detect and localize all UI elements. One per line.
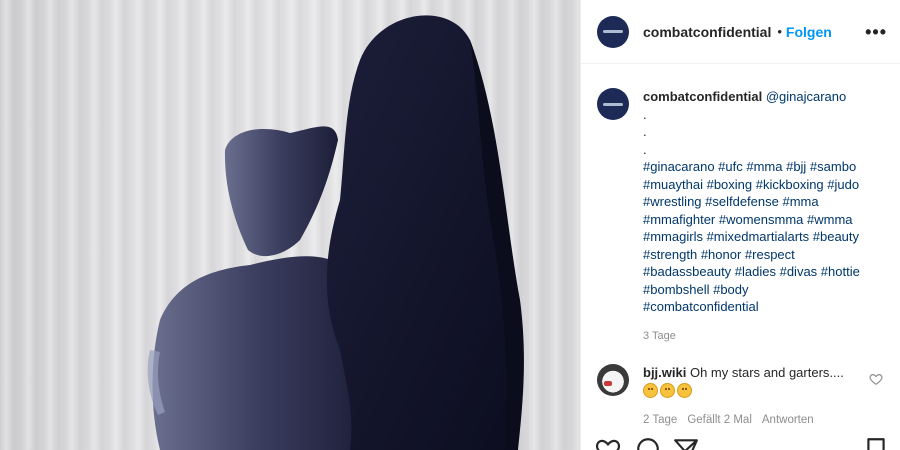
avatar-icon[interactable] xyxy=(597,15,629,48)
comment-item: bjj.wiki Oh my stars and garters.... 2 T… xyxy=(597,364,893,429)
caption-username[interactable]: combatconfidential xyxy=(643,89,762,104)
action-bar xyxy=(581,436,900,450)
hashtag-line[interactable]: #strength #honor #respect xyxy=(643,246,860,264)
instagram-post: combatconfidential • Folgen ••• combatco… xyxy=(0,0,900,450)
hashtag-line[interactable]: #mmagirls #mixedmartialarts #beauty xyxy=(643,228,860,246)
save-icon[interactable] xyxy=(863,436,889,450)
emoji-group xyxy=(643,383,863,398)
hashtag-line[interactable]: #badassbeauty #ladies #divas #hottie xyxy=(643,263,860,281)
comment-timestamp[interactable]: 2 Tage xyxy=(643,412,677,429)
caption-dot: . xyxy=(643,106,647,122)
hashtag-line[interactable]: #wrestling #selfdefense #mma xyxy=(643,193,860,211)
post-header: combatconfidential • Folgen ••• xyxy=(581,0,900,64)
caption: combatconfidential @ginajcarano . . . #g… xyxy=(597,88,893,345)
commenter-username[interactable]: bjj.wiki xyxy=(643,365,686,380)
post-image[interactable] xyxy=(0,0,580,450)
hashtag-list: #ginacarano #ufc #mma #bjj #sambo #muayt… xyxy=(643,158,860,316)
hashtag-line[interactable]: #mmafighter #womensmma #wmma xyxy=(643,211,860,229)
like-icon[interactable] xyxy=(595,436,621,450)
header-username[interactable]: combatconfidential xyxy=(643,24,771,40)
flushed-face-emoji-icon xyxy=(660,383,675,398)
flushed-face-emoji-icon xyxy=(677,383,692,398)
silhouette-figure xyxy=(147,15,524,450)
comment-text: Oh my stars and garters.... xyxy=(689,365,844,380)
caption-timestamp[interactable]: 3 Tage xyxy=(643,328,860,346)
comment-icon[interactable] xyxy=(635,436,661,450)
caption-dot: . xyxy=(643,124,647,139)
post-sidebar: combatconfidential • Folgen ••• combatco… xyxy=(580,0,900,450)
separator-dot: • xyxy=(777,24,782,39)
hashtag-line[interactable]: #bombshell #body xyxy=(643,281,860,299)
mention-link[interactable]: @ginajcarano xyxy=(766,89,846,104)
comment-likes[interactable]: Gefällt 2 Mal xyxy=(687,412,752,429)
flushed-face-emoji-icon xyxy=(643,383,658,398)
more-options-icon[interactable]: ••• xyxy=(865,22,887,43)
hashtag-line[interactable]: #muaythai #boxing #kickboxing #judo xyxy=(643,176,860,194)
commenter-avatar[interactable] xyxy=(597,364,629,396)
caption-avatar-icon[interactable] xyxy=(597,88,629,120)
hashtag-line[interactable]: #ginacarano #ufc #mma #bjj #sambo xyxy=(643,158,860,176)
share-icon[interactable] xyxy=(673,436,699,450)
caption-dot: . xyxy=(643,141,647,157)
caption-dots: . . . xyxy=(643,106,860,159)
heart-icon[interactable] xyxy=(869,372,883,386)
follow-button[interactable]: Folgen xyxy=(786,24,832,40)
hashtag-line[interactable]: #combatconfidential xyxy=(643,298,860,316)
comment-meta: 2 Tage Gefällt 2 Mal Antworten xyxy=(643,412,863,429)
reply-button[interactable]: Antworten xyxy=(762,412,814,429)
